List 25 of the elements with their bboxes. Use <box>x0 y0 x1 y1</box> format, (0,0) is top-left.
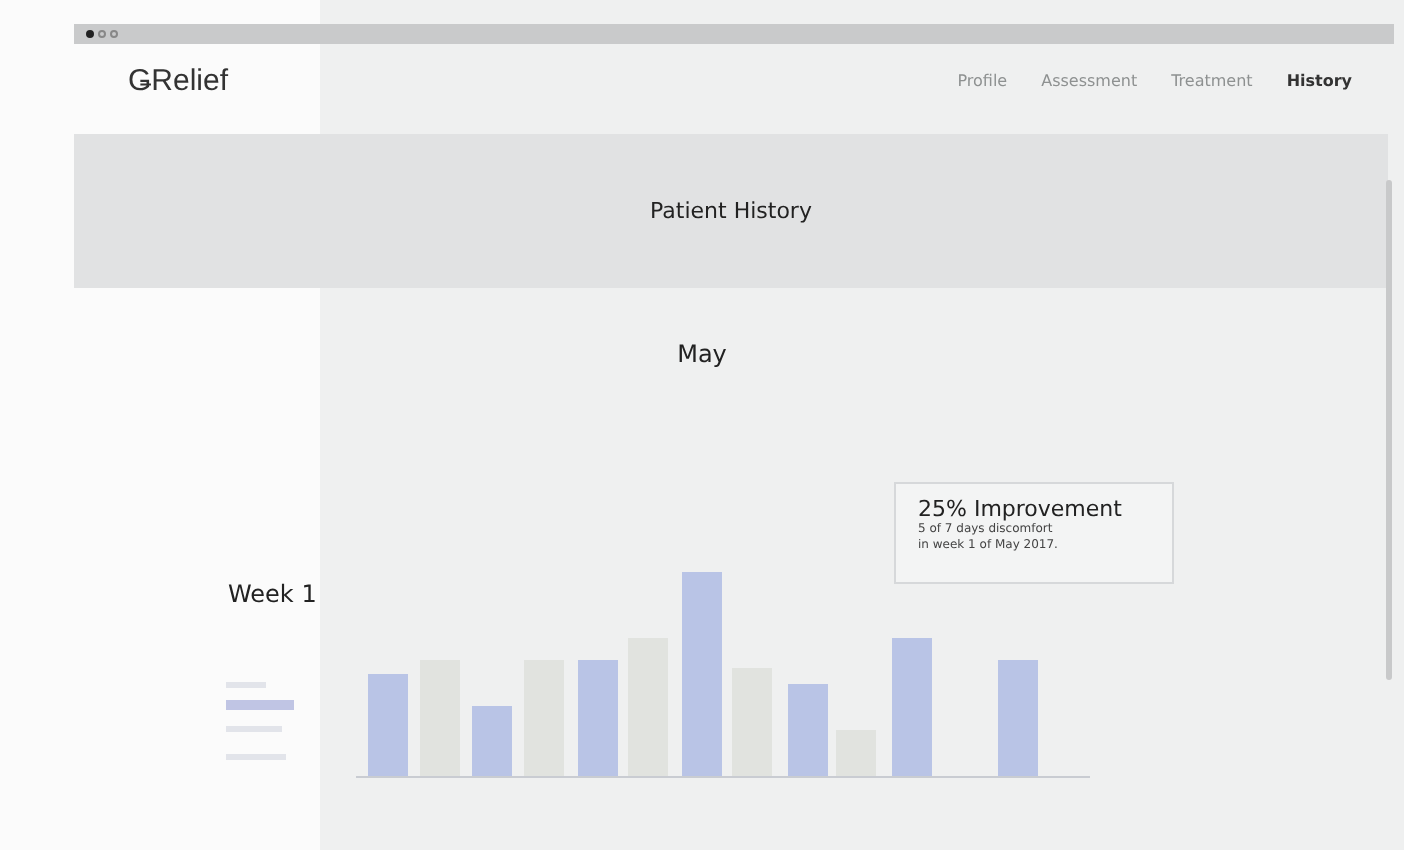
chart-bar <box>472 706 512 776</box>
logo[interactable]: ǤRelief <box>128 63 229 97</box>
chart-bar <box>578 660 618 776</box>
window-dot[interactable] <box>98 30 106 38</box>
window-dot[interactable] <box>86 30 94 38</box>
chart-bar <box>420 660 460 776</box>
chart-bar <box>368 674 408 776</box>
chart-bar <box>998 660 1038 776</box>
legend-drawing <box>226 682 294 760</box>
chart-bar <box>836 730 876 776</box>
chart-bar <box>892 638 932 776</box>
nav-link[interactable]: Assessment <box>1041 71 1138 89</box>
nav-link[interactable]: Profile <box>957 71 1008 89</box>
week-label: Week 1 <box>228 580 317 608</box>
nav-link[interactable]: Treatment <box>1171 71 1253 89</box>
month-title: May <box>675 340 729 368</box>
chart-bar <box>524 660 564 776</box>
page-title: Patient History <box>650 198 812 224</box>
chart-bar <box>788 684 828 776</box>
nav-link[interactable]: History <box>1286 71 1352 89</box>
scrollbar[interactable] <box>1386 180 1392 680</box>
callout-title: 25% Improvement <box>918 496 1124 522</box>
window-dot[interactable] <box>110 30 118 38</box>
chart-bar <box>628 638 668 776</box>
chart-bar <box>732 668 772 776</box>
